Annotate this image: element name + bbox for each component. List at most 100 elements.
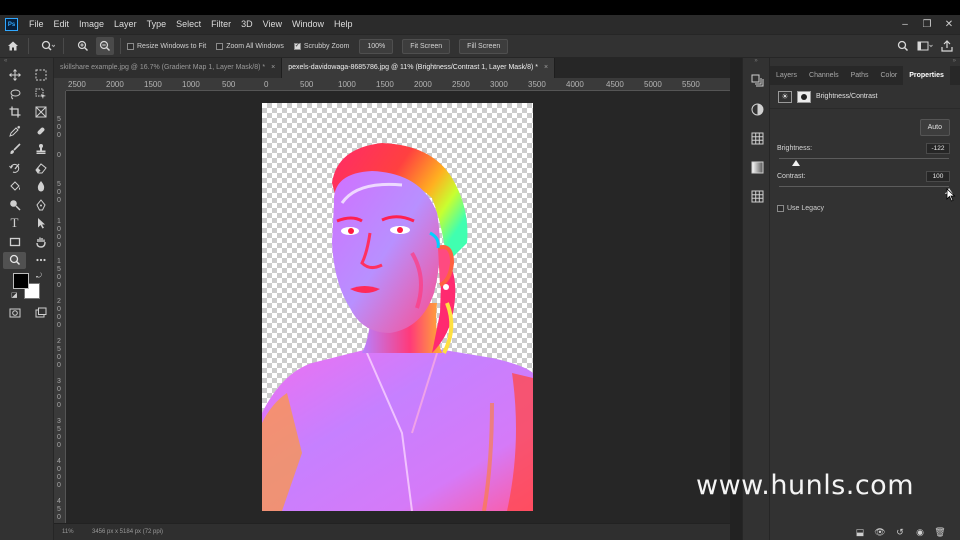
menu-filter[interactable]: Filter (206, 15, 236, 34)
foreground-color-swatch[interactable] (13, 272, 29, 289)
move-tool-icon[interactable] (3, 67, 26, 84)
healing-brush-tool-icon[interactable] (29, 122, 52, 139)
menu-layer[interactable]: Layer (109, 15, 142, 34)
scrubby-zoom-checkbox[interactable]: ✓ Scrubby Zoom (293, 42, 349, 50)
status-zoom[interactable]: 11% (54, 529, 80, 535)
search-icon[interactable] (894, 37, 912, 55)
path-selection-tool-icon[interactable] (29, 215, 52, 232)
ruler-tick-label: 4000 (566, 80, 584, 89)
lasso-tool-icon[interactable] (3, 85, 26, 102)
tab-channels[interactable]: Channels (803, 66, 845, 85)
brightness-slider[interactable] (779, 158, 949, 159)
rectangle-tool-icon[interactable] (3, 233, 26, 250)
swap-colors-icon[interactable]: ⤾ (36, 273, 42, 281)
brightness-slider-thumb[interactable] (791, 160, 800, 166)
horizontal-ruler[interactable]: 2500 2000 1500 1000 500 0 500 1000 1500 … (66, 78, 730, 91)
svg-text:0: 0 (57, 442, 61, 449)
document-image[interactable] (262, 103, 533, 511)
use-legacy-checkbox[interactable]: Use Legacy (777, 205, 824, 212)
checkbox-box-checked[interactable]: ✓ (293, 42, 301, 50)
clone-stamp-tool-icon[interactable] (29, 141, 52, 158)
patterns-panel-icon[interactable] (743, 182, 771, 211)
marquee-tool-icon[interactable] (29, 67, 52, 84)
view-previous-state-icon[interactable]: 👁 (870, 527, 890, 538)
collapse-panels-icon[interactable]: » (770, 58, 960, 66)
checkbox-box[interactable] (127, 42, 134, 50)
history-panel-icon[interactable] (743, 66, 771, 95)
type-tool-icon[interactable]: T (3, 215, 26, 232)
document-tab-skillshare[interactable]: skillshare example.jpg @ 16.7% (Gradient… (54, 58, 283, 78)
contrast-slider[interactable] (779, 186, 949, 187)
contrast-input[interactable]: 100 (926, 171, 950, 182)
brightness-contrast-icon[interactable]: ☀ (778, 90, 792, 103)
menu-view[interactable]: View (258, 15, 287, 34)
menu-3d[interactable]: 3D (236, 15, 258, 34)
menu-edit[interactable]: Edit (49, 15, 75, 34)
close-tab-icon[interactable]: × (271, 58, 275, 78)
pen-tool-icon[interactable] (29, 196, 52, 213)
menu-select[interactable]: Select (171, 15, 206, 34)
adjustments-panel-icon[interactable] (743, 95, 771, 124)
restore-button[interactable]: ❐ (916, 19, 938, 30)
reset-icon[interactable]: ↺ (890, 527, 910, 538)
brightness-input[interactable]: -122 (926, 143, 950, 154)
default-colors-icon[interactable]: ◪ (11, 291, 18, 299)
close-button[interactable]: ✕ (938, 19, 960, 30)
workspace-icon[interactable] (916, 37, 934, 55)
home-icon[interactable] (4, 37, 22, 55)
zoom-all-windows-checkbox[interactable]: Zoom All Windows (216, 42, 284, 50)
tab-properties[interactable]: Properties (903, 66, 950, 85)
zoom-tool-icon[interactable] (3, 251, 26, 269)
checkbox-box[interactable] (777, 205, 784, 212)
paint-bucket-tool-icon[interactable] (3, 178, 26, 195)
canvas-area[interactable] (66, 91, 730, 523)
ruler-tick-label: 2000 (414, 80, 432, 89)
eyedropper-tool-icon[interactable] (3, 122, 26, 139)
menu-file[interactable]: File (24, 15, 49, 34)
clip-to-layer-icon[interactable]: ⬓ (850, 527, 870, 538)
status-document-info[interactable]: 3456 px x 5184 px (72 ppi) (92, 529, 163, 535)
screen-mode-icon[interactable] (29, 304, 52, 321)
quick-mask-icon[interactable] (3, 304, 26, 321)
divider (28, 38, 29, 54)
document-tab-pexels[interactable]: pexels-davidowaga-8685786.jpg @ 11% (Bri… (282, 58, 556, 78)
more-tools-icon[interactable] (29, 252, 52, 269)
brush-tool-icon[interactable] (3, 141, 26, 158)
close-tab-icon[interactable]: × (544, 58, 548, 78)
history-brush-tool-icon[interactable] (3, 159, 26, 176)
tab-paths[interactable]: Paths (845, 66, 875, 85)
fill-screen-button[interactable]: Fill Screen (459, 38, 509, 54)
crop-tool-icon[interactable] (3, 104, 26, 121)
auto-button[interactable]: Auto (919, 119, 950, 136)
menu-window[interactable]: Window (287, 15, 329, 34)
resize-windows-checkbox[interactable]: Resize Windows to Fit (127, 42, 206, 50)
zoom-in-icon[interactable] (74, 37, 92, 55)
zoom-100-button[interactable]: 100% (359, 38, 394, 54)
layer-mask-icon[interactable] (797, 90, 811, 103)
tab-layers[interactable]: Layers (770, 66, 803, 85)
share-icon[interactable] (938, 37, 956, 55)
hand-tool-icon[interactable] (29, 233, 52, 250)
collapse-icon[interactable]: « (0, 58, 53, 66)
visibility-icon[interactable]: ◉ (910, 527, 930, 538)
swatches-panel-icon[interactable] (743, 124, 771, 153)
checkbox-box[interactable] (216, 42, 224, 50)
menu-help[interactable]: Help (329, 15, 358, 34)
zoom-tool-preset-icon[interactable] (39, 37, 57, 55)
zoom-out-icon[interactable] (96, 37, 114, 55)
minimize-button[interactable]: – (894, 19, 916, 30)
object-selection-tool-icon[interactable] (29, 85, 52, 102)
fit-screen-button[interactable]: Fit Screen (402, 38, 451, 54)
eraser-tool-icon[interactable] (29, 159, 52, 176)
blur-tool-icon[interactable] (29, 178, 52, 195)
menu-type[interactable]: Type (142, 15, 172, 34)
tab-color[interactable]: Color (875, 66, 904, 85)
menu-image[interactable]: Image (74, 15, 109, 34)
delete-icon[interactable]: 🗑 (930, 527, 950, 538)
ruler-origin[interactable] (54, 78, 66, 91)
expand-icon[interactable]: » (743, 58, 769, 66)
dodge-tool-icon[interactable] (3, 196, 26, 213)
vertical-ruler[interactable]: 500 0 500 1000 1500 2000 2500 3000 3500 … (54, 91, 66, 523)
frame-tool-icon[interactable] (29, 104, 52, 121)
gradients-panel-icon[interactable] (743, 153, 771, 182)
